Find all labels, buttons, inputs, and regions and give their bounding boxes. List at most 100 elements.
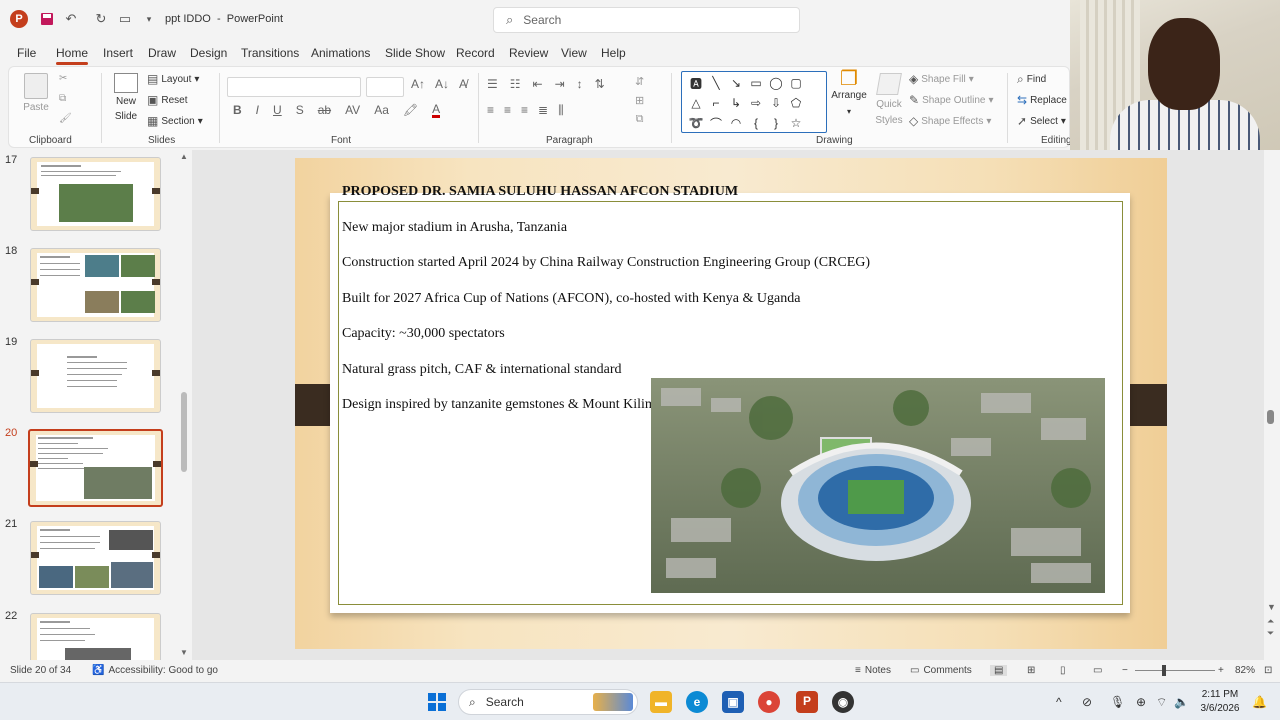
font-size-select[interactable] <box>366 77 404 97</box>
microphone-icon[interactable]: 🎙 <box>1110 695 1125 709</box>
reading-view-icon[interactable]: ▯ <box>1060 665 1066 676</box>
scroll-down-icon[interactable]: ▼ <box>180 648 188 657</box>
shadow-icon[interactable]: S <box>296 103 304 118</box>
chrome-icon[interactable]: ● <box>758 691 780 713</box>
quick-styles-button[interactable]: Quick Styles <box>871 73 907 127</box>
slide-title[interactable]: PROPOSED DR. SAMIA SULUHU HASSAN AFCON S… <box>342 184 738 200</box>
slide-thumbnail-active[interactable] <box>28 429 163 507</box>
comments-button[interactable]: ▭ Comments <box>910 665 972 676</box>
layout-button[interactable]: ▤ Layout ▾ <box>147 72 199 86</box>
slide-bullet[interactable]: New major stadium in Arusha, Tanzania <box>342 220 567 236</box>
stadium-aerial-image[interactable] <box>651 378 1105 593</box>
strikethrough-icon[interactable]: ab <box>318 103 331 118</box>
elbow-connector-icon[interactable]: ⌐ <box>706 93 726 113</box>
previous-slide-icon[interactable]: ⏶ <box>1267 616 1274 627</box>
text-direction-icon[interactable]: ⇅ <box>595 77 605 91</box>
decrease-indent-icon[interactable]: ⇤ <box>533 77 543 91</box>
accessibility-status[interactable]: ♿ Accessibility: Good to go <box>92 665 218 676</box>
underline-icon[interactable]: U <box>273 103 282 118</box>
textbox-shape-icon[interactable]: 🅰 <box>686 73 706 93</box>
triangle-shape-icon[interactable]: △ <box>686 93 706 113</box>
rounded-rect-shape-icon[interactable]: ▢ <box>786 73 806 93</box>
clear-formatting-icon[interactable]: A̸ <box>459 77 467 91</box>
slide-thumbnail[interactable] <box>30 248 161 322</box>
windows-start-icon[interactable] <box>426 691 448 713</box>
wifi-icon[interactable]: ⌔ <box>1156 695 1167 710</box>
redo-icon[interactable]: ↻ <box>92 10 110 28</box>
star-shape-icon[interactable]: ☆ <box>786 113 806 133</box>
shapes-gallery[interactable]: 🅰 ╲ ↘ ▭ ◯ ▢ △ ⌐ ↳ ⇨ ⇩ ⬠ ➰ ⌒ ◠ { } ☆ <box>681 71 827 133</box>
highlight-icon[interactable]: 🖍 <box>403 103 418 118</box>
increase-indent-icon[interactable]: ⇥ <box>555 77 565 91</box>
thumbnail-scrollbar[interactable]: ▲ ▼ <box>180 152 188 657</box>
tray-overflow-icon[interactable]: ^ <box>1056 695 1062 709</box>
edge-icon[interactable]: e <box>686 691 708 713</box>
tab-record[interactable]: Record <box>456 46 495 60</box>
oval-shape-icon[interactable]: ◯ <box>766 73 786 93</box>
right-arrow-shape-icon[interactable]: ⇨ <box>746 93 766 113</box>
zoom-slider-thumb[interactable] <box>1162 665 1166 676</box>
obs-icon[interactable]: ◉ <box>832 691 854 713</box>
align-center-icon[interactable]: ≡ <box>504 103 511 118</box>
curve-shape-icon[interactable]: ⌒ <box>706 113 726 133</box>
arc-shape-icon[interactable]: ◠ <box>726 113 746 133</box>
slide-thumbnail[interactable] <box>30 157 161 231</box>
pentagon-shape-icon[interactable]: ⬠ <box>786 93 806 113</box>
slide-bullet[interactable]: Built for 2027 Africa Cup of Nations (AF… <box>342 291 800 307</box>
camera-off-icon[interactable]: ⊘ <box>1082 695 1092 709</box>
zoom-level[interactable]: 82% <box>1235 665 1255 676</box>
increase-font-icon[interactable]: A↑ <box>411 77 425 91</box>
slide-bullet[interactable]: Capacity: ~30,000 spectators <box>342 326 505 342</box>
slide-thumbnail[interactable] <box>30 521 161 595</box>
slide-thumbnail[interactable] <box>30 613 161 660</box>
shape-effects-button[interactable]: ◇ Shape Effects ▾ <box>909 114 991 128</box>
slide-bullet[interactable]: Construction started April 2024 by China… <box>342 255 870 271</box>
tab-slide-show[interactable]: Slide Show <box>385 46 445 60</box>
tab-review[interactable]: Review <box>509 46 548 60</box>
columns-icon[interactable]: ⫼ <box>558 103 564 118</box>
align-text-icon[interactable]: ⇵ <box>635 75 644 88</box>
search-input[interactable]: ⌕ Search <box>493 7 800 33</box>
down-arrow-shape-icon[interactable]: ⇩ <box>766 93 786 113</box>
italic-icon[interactable]: I <box>256 103 259 118</box>
tab-design[interactable]: Design <box>190 46 227 60</box>
shape-fill-button[interactable]: ◈ Shape Fill ▾ <box>909 72 974 86</box>
scroll-down-icon[interactable]: ▼ <box>1267 602 1276 612</box>
format-painter-icon[interactable]: 🖌 <box>59 113 72 124</box>
tab-help[interactable]: Help <box>601 46 626 60</box>
paste-button[interactable]: Paste <box>21 73 51 113</box>
line-shape-icon[interactable]: ╲ <box>706 73 726 93</box>
align-right-icon[interactable]: ≡ <box>521 103 528 118</box>
font-color-icon[interactable]: A <box>432 103 441 118</box>
normal-view-icon[interactable]: ▤ <box>990 665 1008 676</box>
customize-toolbar-icon[interactable]: ▾ <box>140 10 158 28</box>
arrange-button[interactable]: ❐ Arrange ▾ <box>829 69 869 118</box>
slide-bullet[interactable]: Natural grass pitch, CAF & international… <box>342 362 622 378</box>
slide-sorter-icon[interactable]: ⊞ <box>1027 665 1035 676</box>
notifications-icon[interactable]: 🔔 <box>1252 695 1267 709</box>
next-slide-icon[interactable]: ⏷ <box>1267 628 1274 639</box>
tab-draw[interactable]: Draw <box>148 46 176 60</box>
save-icon[interactable] <box>38 10 56 28</box>
copy-icon[interactable]: ⧉ <box>59 93 66 104</box>
right-brace-shape-icon[interactable]: } <box>766 113 786 133</box>
slide[interactable]: PROPOSED DR. SAMIA SULUHU HASSAN AFCON S… <box>295 158 1167 649</box>
slide-bullet[interactable]: Design inspired by tanzanite gemstones &… <box>342 397 691 413</box>
zoom-slider[interactable] <box>1135 670 1215 671</box>
tab-view[interactable]: View <box>561 46 587 60</box>
volume-icon[interactable]: 🔈 <box>1174 695 1189 709</box>
line-spacing-icon[interactable]: ↕ <box>577 77 583 91</box>
bullets-icon[interactable]: ☰ <box>487 77 498 91</box>
find-button[interactable]: ⌕ Find <box>1017 72 1046 87</box>
new-slide-button[interactable]: New Slide <box>111 73 141 123</box>
store-icon[interactable]: ▣ <box>722 691 744 713</box>
char-spacing-icon[interactable]: AV <box>345 103 360 118</box>
tab-animations[interactable]: Animations <box>311 46 370 60</box>
notes-button[interactable]: ≡ Notes <box>855 665 891 676</box>
reset-button[interactable]: ▣ Reset <box>147 93 187 107</box>
rectangle-shape-icon[interactable]: ▭ <box>746 73 766 93</box>
bold-icon[interactable]: B <box>233 103 242 118</box>
section-button[interactable]: ▦ Section ▾ <box>147 114 203 128</box>
zoom-out-icon[interactable]: − <box>1122 665 1128 676</box>
slide-thumbnail[interactable] <box>30 339 161 413</box>
